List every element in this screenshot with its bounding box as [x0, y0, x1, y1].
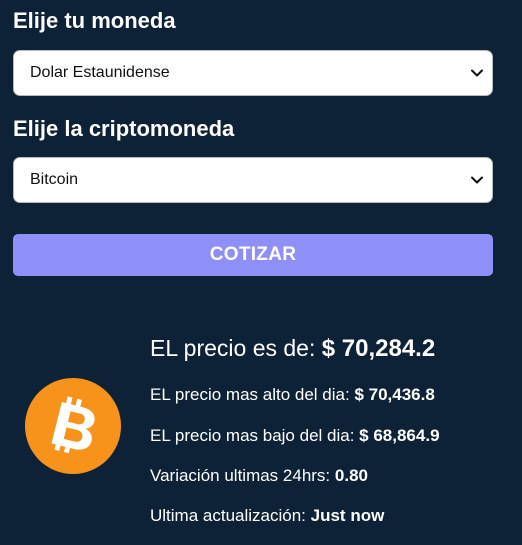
low-price-label: EL precio mas bajo del dia:	[150, 426, 355, 445]
currency-select[interactable]: Dolar Estaunidense	[13, 50, 493, 96]
chevron-down-icon	[466, 169, 488, 191]
change-24h-line: Variación ultimas 24hrs: 0.80	[150, 465, 368, 487]
last-updated-label: Ultima actualización:	[150, 506, 306, 525]
crypto-label: Elije la criptomoneda	[13, 116, 235, 141]
last-updated-line: Ultima actualización: Just now	[150, 505, 384, 527]
price-value: $ 70,284.2	[321, 335, 436, 362]
change-24h-value: 0.80	[334, 466, 368, 485]
currency-select-value: Dolar Estaunidense	[30, 64, 170, 81]
last-updated-value: Just now	[310, 506, 385, 525]
high-price-line: EL precio mas alto del dia: $ 70,436.8	[150, 384, 435, 406]
cotizar-button[interactable]: COTIZAR	[13, 234, 493, 276]
low-price-value: $ 68,864.9	[359, 426, 440, 445]
high-price-value: $ 70,436.8	[354, 385, 435, 404]
bitcoin-icon	[24, 377, 122, 475]
chevron-down-icon	[466, 62, 488, 84]
change-24h-label: Variación ultimas 24hrs:	[150, 466, 331, 485]
high-price-label: EL precio mas alto del dia:	[150, 385, 350, 404]
price-label: EL precio es de:	[150, 335, 316, 361]
low-price-line: EL precio mas bajo del dia: $ 68,864.9	[150, 425, 440, 447]
quote-result: EL precio es de: $ 70,284.2 EL precio ma…	[0, 320, 522, 545]
crypto-select-value: Bitcoin	[30, 171, 79, 188]
currency-label: Elije tu moneda	[13, 8, 176, 33]
price-line: EL precio es de: $ 70,284.2	[150, 334, 435, 363]
crypto-select[interactable]: Bitcoin	[13, 157, 493, 203]
